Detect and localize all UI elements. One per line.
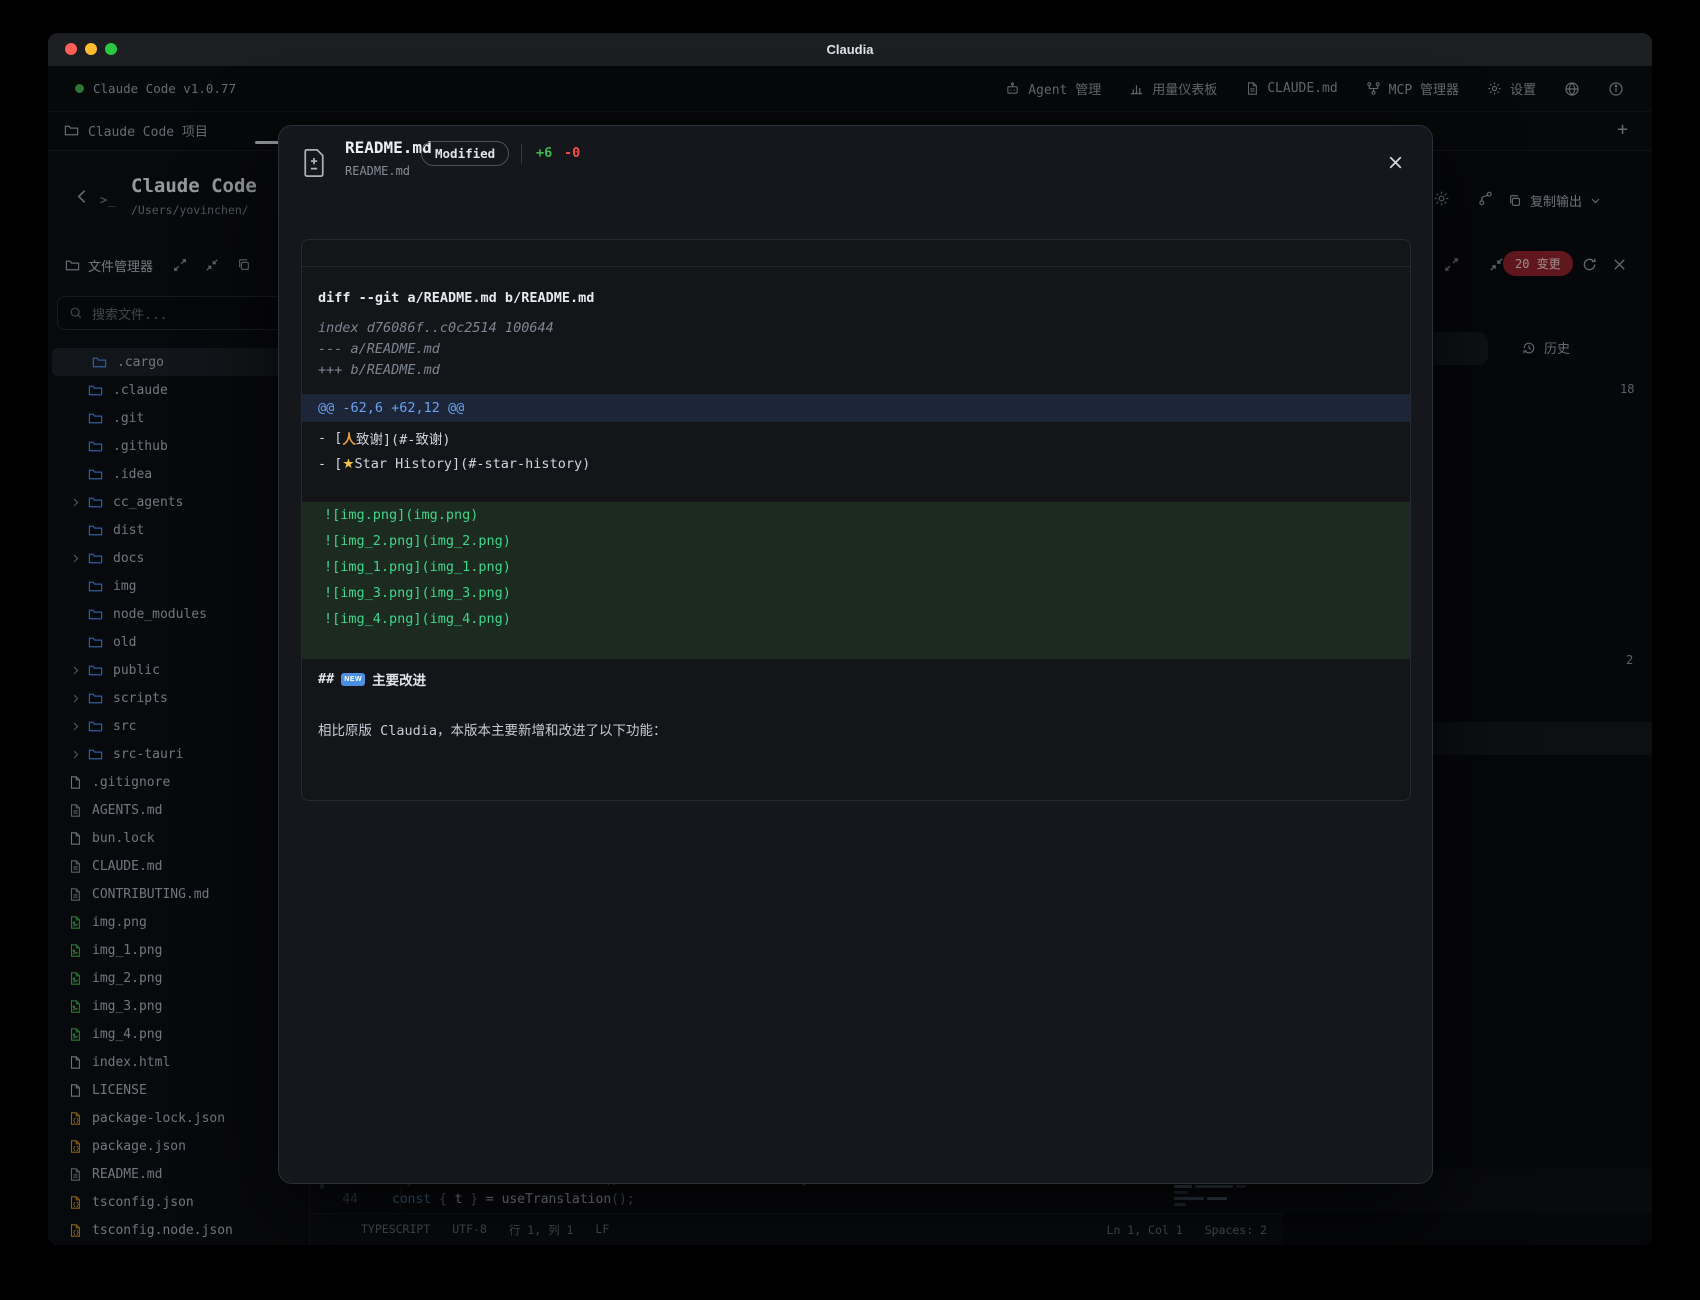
diff-added-line: ![img.png](img.png) xyxy=(302,502,1410,528)
zoom-window-button[interactable] xyxy=(105,43,117,55)
star-emoji: ★ xyxy=(342,456,354,472)
app-window: Claudia Claude Code v1.0.77 Agent 管理用量仪表… xyxy=(48,33,1652,1245)
modal-subtitle: README.md xyxy=(345,164,410,178)
diff-meta-line: +++ b/README.md xyxy=(302,360,1410,380)
close-modal-button[interactable] xyxy=(1387,154,1404,175)
diff-paragraph-line: 相比原版 Claudia，本版本主要新增和改进了以下功能： xyxy=(302,716,1410,742)
diff-added-line: ![img_1.png](img_1.png) xyxy=(302,554,1410,580)
close-window-button[interactable] xyxy=(65,43,77,55)
diff-header-line: diff --git a/README.md b/README.md xyxy=(302,287,1410,309)
window-title: Claudia xyxy=(827,42,874,57)
diff-viewer: diff --git a/README.md b/README.md index… xyxy=(301,239,1411,801)
diff-added-block: ![img.png](img.png)![img_2.png](img_2.pn… xyxy=(302,502,1410,659)
diff-context-line: - [★ Star History](#-star-history) xyxy=(302,451,1410,477)
diff-heading-line: ## NEW 主要改进 xyxy=(302,666,1410,692)
diff-meta-line: --- a/README.md xyxy=(302,339,1410,359)
desktop: Claudia Claude Code v1.0.77 Agent 管理用量仪表… xyxy=(0,0,1700,1300)
minimize-window-button[interactable] xyxy=(85,43,97,55)
file-diff-icon xyxy=(301,148,327,182)
divider xyxy=(521,144,522,164)
diff-hunk-line: @@ -62,6 +62,12 @@ xyxy=(302,394,1410,422)
diff-meta-line: index d76086f..c0c2514 100644 xyxy=(302,318,1410,338)
diff-added-line: ![img_4.png](img_4.png) xyxy=(302,606,1410,632)
diff-added-line: ![img_2.png](img_2.png) xyxy=(302,528,1410,554)
diff-context-line: - [人 致谢](#-致谢) xyxy=(302,425,1410,451)
modified-badge: Modified xyxy=(421,141,509,166)
new-emoji: NEW xyxy=(341,673,365,686)
modal-title: README.md xyxy=(345,138,432,157)
diff-added-line: ![img_3.png](img_3.png) xyxy=(302,580,1410,606)
deletions-count: -0 xyxy=(564,145,580,161)
titlebar: Claudia xyxy=(48,33,1652,66)
diff-modal: README.md README.md Modified +6 -0 diff … xyxy=(278,125,1433,1184)
additions-count: +6 xyxy=(536,145,552,161)
divider xyxy=(302,266,1410,267)
pray-emoji: 人 xyxy=(342,428,356,448)
